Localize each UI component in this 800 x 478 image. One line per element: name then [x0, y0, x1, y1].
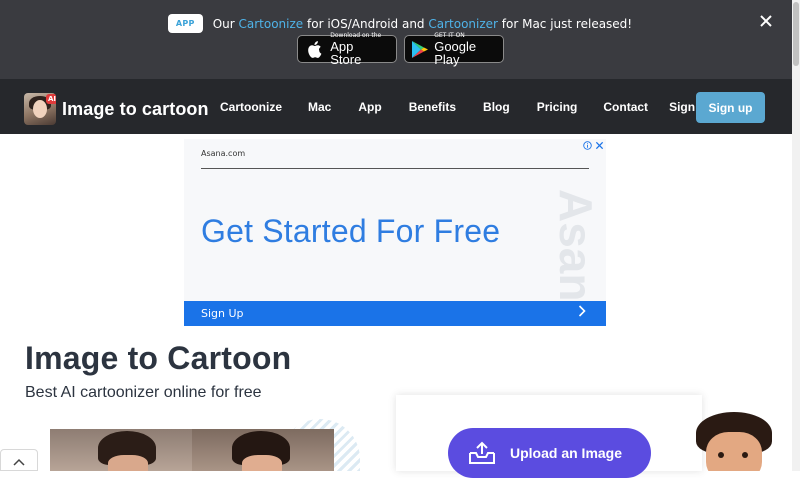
- google-play-button[interactable]: GET IT ON Google Play: [403, 31, 504, 67]
- promo-text-suffix: for Mac just released!: [497, 16, 633, 31]
- ad-signup-bar[interactable]: Sign Up: [184, 301, 606, 326]
- nav-cartoonize[interactable]: Cartoonize: [220, 100, 282, 114]
- ad-headline: Get Started For Free: [201, 213, 501, 249]
- ad-close-icon[interactable]: [595, 141, 604, 153]
- nav-app[interactable]: App: [358, 100, 381, 114]
- promo-text-prefix: Our: [212, 16, 239, 31]
- preview-face-left: [108, 455, 148, 471]
- cartoon-avatar-eye: [742, 452, 748, 458]
- ad-signup-label: Sign Up: [201, 307, 244, 320]
- promo-message: APP Our Cartoonize for iOS/Android and C…: [0, 14, 800, 33]
- ad-controls: [583, 141, 604, 153]
- cartoon-avatar-face: [706, 432, 762, 471]
- app-store-big: App Store: [330, 38, 362, 67]
- promo-banner: APP Our Cartoonize for iOS/Android and C…: [0, 0, 800, 79]
- promo-text: Our Cartoonize for iOS/Android and Carto…: [213, 17, 632, 31]
- nav-blog[interactable]: Blog: [483, 100, 510, 114]
- logo-ai-badge: AI: [46, 94, 56, 104]
- ad-domain: Asana.com: [201, 149, 246, 158]
- before-after-preview: [50, 429, 334, 471]
- close-icon[interactable]: [758, 14, 774, 30]
- scrollbar[interactable]: [792, 0, 800, 471]
- info-icon[interactable]: [583, 141, 592, 153]
- ad-divider: [201, 168, 589, 169]
- chevron-right-icon: [578, 305, 586, 321]
- logo-face: [33, 100, 47, 118]
- cartoon-avatar: [692, 412, 776, 471]
- nav-pricing[interactable]: Pricing: [537, 100, 578, 114]
- google-play-big: Google Play: [434, 38, 477, 67]
- app-badge: APP: [167, 14, 203, 33]
- cartoonize-link[interactable]: Cartoonize: [239, 17, 304, 31]
- preview-face-right: [242, 455, 282, 471]
- store-buttons: Download on the App Store GET IT ON Goog…: [0, 31, 800, 67]
- app-store-small: Download on the: [330, 31, 382, 39]
- app-store-text: Download on the App Store: [330, 31, 387, 67]
- logo[interactable]: AI Image to cartoon: [24, 93, 209, 125]
- signup-button[interactable]: Sign up: [696, 92, 765, 123]
- scroll-to-top-button[interactable]: [0, 449, 38, 471]
- nav-links: Cartoonize Mac App Benefits Blog Pricing…: [220, 79, 709, 134]
- google-play-text: GET IT ON Google Play: [434, 31, 494, 67]
- apple-icon: [304, 39, 326, 59]
- logo-text: Image to cartoon: [62, 98, 209, 119]
- navbar: AI Image to cartoon Cartoonize Mac App B…: [0, 79, 800, 134]
- cartoonizer-link[interactable]: Cartoonizer: [428, 17, 498, 31]
- upload-label: Upload an Image: [510, 445, 623, 461]
- cartoon-avatar-eye: [718, 452, 724, 458]
- nav-mac[interactable]: Mac: [308, 100, 331, 114]
- chevron-up-icon: [13, 451, 25, 470]
- page-subtitle: Best AI cartoonizer online for free: [25, 384, 262, 401]
- app-store-button[interactable]: Download on the App Store: [296, 31, 397, 67]
- ad-banner[interactable]: Asana.com Asana.c Get Started For Free S…: [184, 139, 606, 326]
- nav-benefits[interactable]: Benefits: [409, 100, 456, 114]
- scrollbar-thumb[interactable]: [793, 2, 799, 66]
- upload-icon: [468, 441, 496, 465]
- google-play-icon: [411, 39, 430, 59]
- logo-avatar: AI: [24, 93, 56, 125]
- nav-contact[interactable]: Contact: [603, 100, 648, 114]
- promo-text-mid: for iOS/Android and: [303, 16, 429, 31]
- google-play-small: GET IT ON: [434, 31, 465, 39]
- page-title: Image to Cartoon: [25, 340, 292, 376]
